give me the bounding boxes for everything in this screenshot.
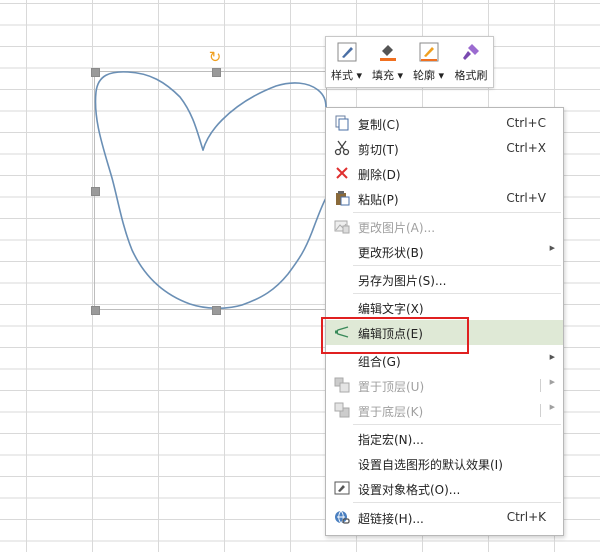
menu-item-hyperlink[interactable]: 超链接(H)... Ctrl+K <box>326 505 563 530</box>
resize-handle-left[interactable] <box>91 187 100 196</box>
submenu-arrow-icon: ▶ <box>549 244 555 252</box>
submenu-arrow-icon: ▶ <box>549 403 555 411</box>
menu-item-paste[interactable]: 粘贴(P) Ctrl+V <box>326 186 563 211</box>
menu-item-change-shape[interactable]: 更改形状(B) ▶ <box>326 239 563 264</box>
outline-pencil-icon <box>419 42 438 62</box>
format-painter-label: 格式刷 <box>454 69 488 82</box>
fill-button[interactable]: 填充 ▾ <box>367 37 408 87</box>
menu-separator <box>353 424 561 425</box>
menu-separator <box>353 265 561 266</box>
outline-button[interactable]: 轮廓 ▾ <box>408 37 449 87</box>
submenu-arrow-icon: ▶ <box>549 378 555 386</box>
paste-icon <box>336 191 350 206</box>
pen-style-icon <box>337 42 356 62</box>
menu-item-copy[interactable]: 复制(C) Ctrl+C <box>326 111 563 136</box>
resize-handle-top-left[interactable] <box>91 68 100 77</box>
paint-bucket-icon <box>379 45 396 61</box>
resize-handle-bottom-left[interactable] <box>91 306 100 315</box>
send-back-icon <box>334 402 350 418</box>
scissors-icon <box>334 140 350 156</box>
menu-item-cut[interactable]: 剪切(T) Ctrl+X <box>326 136 563 161</box>
selection-frame <box>94 71 327 310</box>
format-object-icon <box>334 481 350 495</box>
format-brush-icon <box>463 44 479 60</box>
format-painter-button[interactable]: 格式刷 <box>449 37 493 87</box>
delete-x-icon <box>336 167 348 179</box>
menu-item-bring-to-front[interactable]: 置于顶层(U) ▶ <box>326 373 563 398</box>
menu-item-change-picture[interactable]: 更改图片(A)... <box>326 214 563 239</box>
bring-front-icon <box>334 377 350 393</box>
outline-label: 轮廓 <box>412 69 435 82</box>
picture-icon <box>334 220 350 234</box>
annotation-highlight-box <box>321 317 469 354</box>
shape-mini-toolbar: 样式 ▾ 填充 ▾ 轮廓 ▾ 格式刷 <box>325 36 494 88</box>
menu-item-save-as-picture[interactable]: 另存为图片(S)... <box>326 267 563 292</box>
resize-handle-bottom[interactable] <box>212 306 221 315</box>
menu-item-format-object[interactable]: 设置对象格式(O)... <box>326 476 563 501</box>
menu-item-send-to-back[interactable]: 置于底层(K) ▶ <box>326 398 563 423</box>
rotate-handle-icon[interactable]: ↻ <box>207 49 223 65</box>
copy-icon <box>335 115 349 131</box>
style-button[interactable]: 样式 ▾ <box>326 37 367 87</box>
heart-outline-left <box>94 71 327 310</box>
heart-outline-right <box>202 82 327 151</box>
submenu-arrow-icon: ▶ <box>549 353 555 361</box>
menu-separator <box>353 293 561 294</box>
menu-item-delete[interactable]: 删除(D) <box>326 161 563 186</box>
hyperlink-icon <box>335 510 350 524</box>
menu-separator <box>353 212 561 213</box>
style-label: 样式 <box>330 69 353 82</box>
menu-separator <box>353 502 561 503</box>
menu-item-set-default-shape-effect[interactable]: 设置自选图形的默认效果(I) <box>326 451 563 476</box>
resize-handle-top[interactable] <box>212 68 221 77</box>
fill-label: 填充 <box>371 69 394 82</box>
menu-item-assign-macro[interactable]: 指定宏(N)... <box>326 426 563 451</box>
